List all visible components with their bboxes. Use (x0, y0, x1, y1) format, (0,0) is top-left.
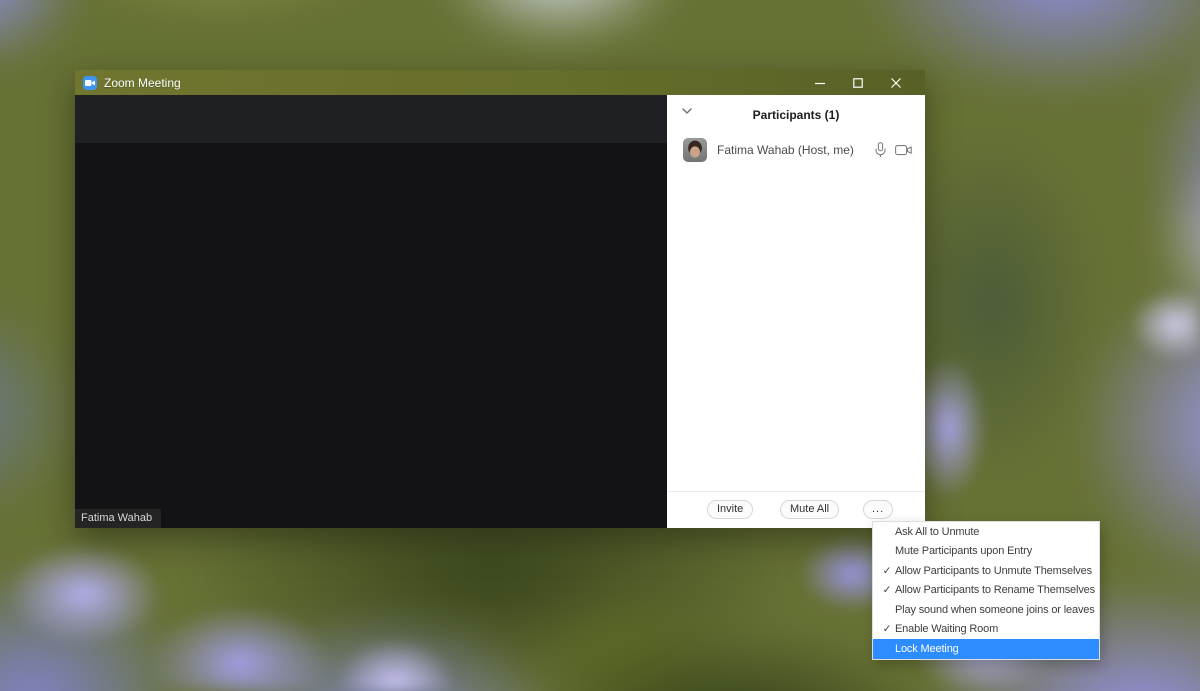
menu-item[interactable]: ✓ Mute Participants upon Entry (873, 542, 1099, 562)
mic-icon (875, 142, 886, 158)
checkmark-icon: ✓ (879, 584, 895, 596)
menu-item[interactable]: ✓ Lock Meeting (873, 639, 1099, 659)
menu-item[interactable]: ✓ Allow Participants to Rename Themselve… (873, 581, 1099, 601)
participants-panel: Participants (1) Fatima Wahab (Host, me) (667, 95, 925, 528)
chevron-down-icon[interactable] (682, 108, 692, 114)
close-icon (891, 78, 901, 88)
menu-item-label: Allow Participants to Unmute Themselves (895, 565, 1092, 577)
menu-item[interactable]: ✓ Allow Participants to Unmute Themselve… (873, 561, 1099, 581)
maximize-icon (853, 78, 863, 88)
participant-name: Fatima Wahab (Host, me) (717, 143, 875, 157)
window-title: Zoom Meeting (104, 76, 801, 90)
menu-item-label: Allow Participants to Rename Themselves (895, 584, 1095, 596)
menu-item[interactable]: ✓ Enable Waiting Room (873, 620, 1099, 640)
checkmark-icon: ✓ (879, 565, 895, 577)
menu-item-label: Ask All to Unmute (895, 526, 979, 538)
menu-item-label: Play sound when someone joins or leaves (895, 604, 1095, 616)
camera-icon (895, 144, 912, 156)
zoom-meeting-window: Zoom Meeting Fatima Wahab Participants (… (75, 70, 925, 528)
video-name-tag: Fatima Wahab (75, 509, 161, 528)
maximize-button[interactable] (839, 70, 877, 95)
participants-panel-header: Participants (1) (667, 95, 925, 135)
video-area: Fatima Wahab (75, 95, 667, 528)
menu-item[interactable]: ✓ Play sound when someone joins or leave… (873, 600, 1099, 620)
mute-all-button[interactable]: Mute All (780, 500, 839, 519)
menu-item[interactable]: ✓ Ask All to Unmute (873, 522, 1099, 542)
context-menu: ✓ Ask All to Unmute ✓ Mute Participants … (872, 521, 1100, 660)
zoom-app-icon (83, 76, 97, 90)
invite-button[interactable]: Invite (707, 500, 753, 519)
window-titlebar[interactable]: Zoom Meeting (75, 70, 925, 95)
close-button[interactable] (877, 70, 915, 95)
minimize-button[interactable] (801, 70, 839, 95)
participant-status-icons (875, 142, 912, 158)
participants-title: Participants (1) (753, 108, 840, 122)
checkmark-icon: ✓ (879, 623, 895, 635)
avatar (683, 138, 707, 162)
minimize-icon (815, 78, 825, 88)
window-controls (801, 70, 915, 95)
more-options-button[interactable]: ... (863, 500, 893, 519)
menu-item-label: Mute Participants upon Entry (895, 545, 1032, 557)
video-top-strip (75, 95, 667, 143)
menu-item-label: Lock Meeting (895, 643, 959, 655)
menu-item-label: Enable Waiting Room (895, 623, 998, 635)
participant-row[interactable]: Fatima Wahab (Host, me) (667, 135, 925, 165)
